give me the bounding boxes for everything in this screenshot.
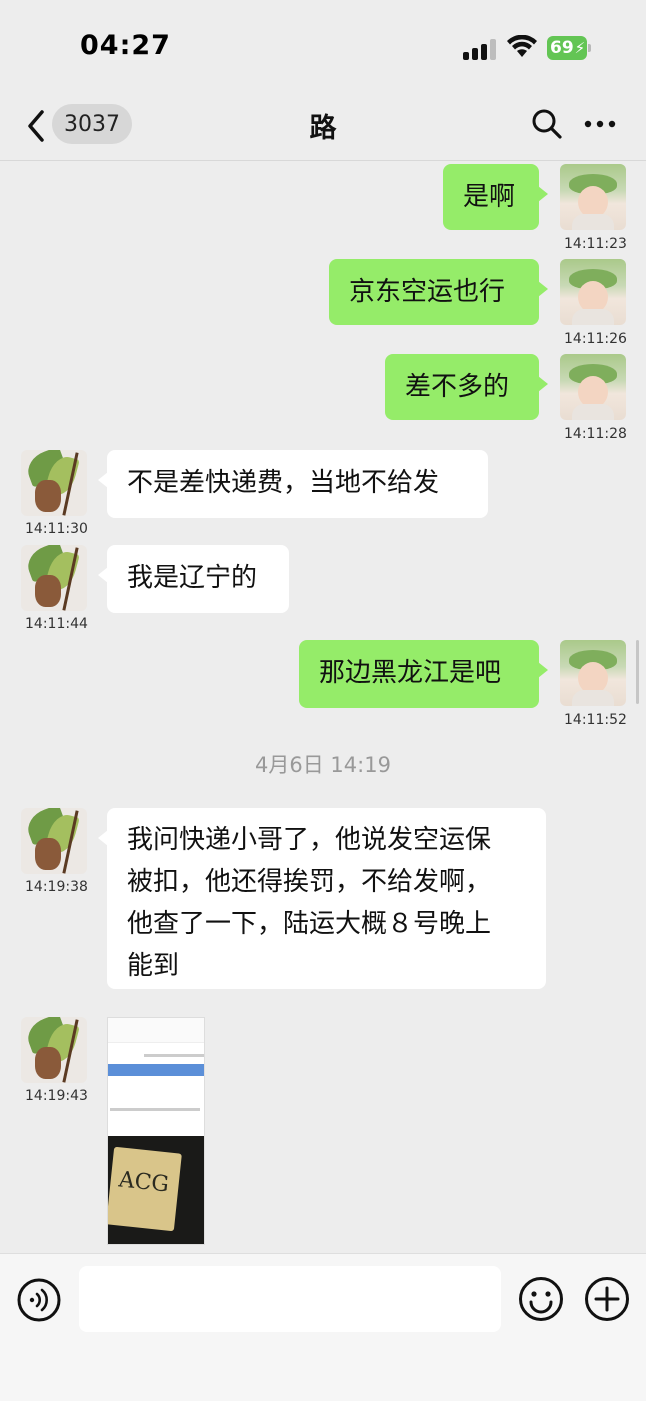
contact-avatar[interactable]	[21, 808, 87, 874]
message-bubble-outgoing[interactable]: 那边黑龙江是吧	[299, 640, 548, 708]
battery-level: 69	[550, 38, 574, 58]
add-attachment-icon[interactable]	[584, 1276, 630, 1322]
message-line: 能到	[127, 951, 180, 981]
date-separator: 4月6日 14:19	[255, 753, 391, 777]
message-list[interactable]: 是啊 14:11:23 京东空运也行 14:11:26 差不多的 14:11:2…	[0, 161, 646, 1253]
my-avatar[interactable]	[560, 640, 626, 706]
contact-avatar[interactable]	[21, 450, 87, 516]
message-timestamp: 14:11:44	[25, 616, 88, 632]
scrollbar-thumb[interactable]	[636, 640, 639, 704]
thumbnail-browser-bar	[108, 1018, 204, 1043]
message-timestamp: 14:19:38	[25, 879, 88, 895]
my-avatar[interactable]	[560, 354, 626, 420]
unread-count-badge[interactable]: 3037	[52, 104, 132, 144]
battery-cap	[588, 44, 591, 52]
message-line: 他查了一下，陆运大概８号晚上	[127, 909, 492, 939]
message-timestamp: 14:11:28	[564, 426, 627, 442]
message-timestamp: 14:11:26	[564, 331, 627, 347]
message-timestamp: 14:11:52	[564, 712, 627, 728]
message-line: 我问快递小哥了，他说发空运保	[127, 825, 492, 855]
input-bar	[0, 1253, 646, 1401]
thumbnail-text-line	[110, 1108, 200, 1111]
voice-input-button[interactable]	[17, 1278, 61, 1322]
contact-avatar[interactable]	[21, 545, 87, 611]
emoji-icon[interactable]	[518, 1276, 564, 1322]
my-avatar[interactable]	[560, 259, 626, 325]
message-bubble-outgoing[interactable]: 差不多的	[385, 354, 548, 420]
message-bubble-incoming[interactable]: 我是辽宁的	[98, 545, 289, 613]
message-timestamp: 14:11:23	[564, 236, 627, 252]
message-bubble-incoming[interactable]: 不是差快递费，当地不给发	[98, 450, 488, 518]
search-icon[interactable]	[531, 108, 563, 140]
back-chevron-icon[interactable]	[24, 108, 50, 144]
message-timestamp: 14:11:30	[25, 521, 88, 537]
status-time: 04:27	[80, 30, 171, 61]
message-bubble-outgoing[interactable]: 是啊	[443, 164, 548, 230]
charging-icon: ⚡	[574, 39, 586, 57]
chat-header: 3037 路	[0, 96, 646, 161]
wifi-icon	[507, 35, 537, 57]
my-avatar[interactable]	[560, 164, 626, 230]
thumbnail-toolbar	[108, 1064, 204, 1076]
cellular-signal-icon	[463, 39, 496, 60]
status-bar: 04:27 69 ⚡	[0, 0, 646, 96]
battery-indicator: 69 ⚡	[547, 36, 587, 60]
message-input[interactable]	[79, 1266, 501, 1332]
contact-avatar[interactable]	[21, 1017, 87, 1083]
thumbnail-photo: ACG	[108, 1136, 204, 1244]
message-bubble-outgoing[interactable]: 京东空运也行	[329, 259, 548, 325]
message-line: 被扣，他还得挨罚，不给发啊，	[127, 867, 492, 897]
thumbnail-label-text: ACG	[117, 1167, 171, 1198]
message-timestamp: 14:19:43	[25, 1088, 88, 1104]
thumbnail-text-line	[144, 1054, 204, 1057]
thumbnail-product-label: ACG	[108, 1146, 182, 1232]
more-options-icon[interactable]	[583, 118, 617, 130]
image-message-thumbnail[interactable]: ACG	[107, 1017, 205, 1245]
message-bubble-incoming[interactable]: 我问快递小哥了，他说发空运保 被扣，他还得挨罚，不给发啊， 他查了一下，陆运大概…	[98, 808, 546, 989]
